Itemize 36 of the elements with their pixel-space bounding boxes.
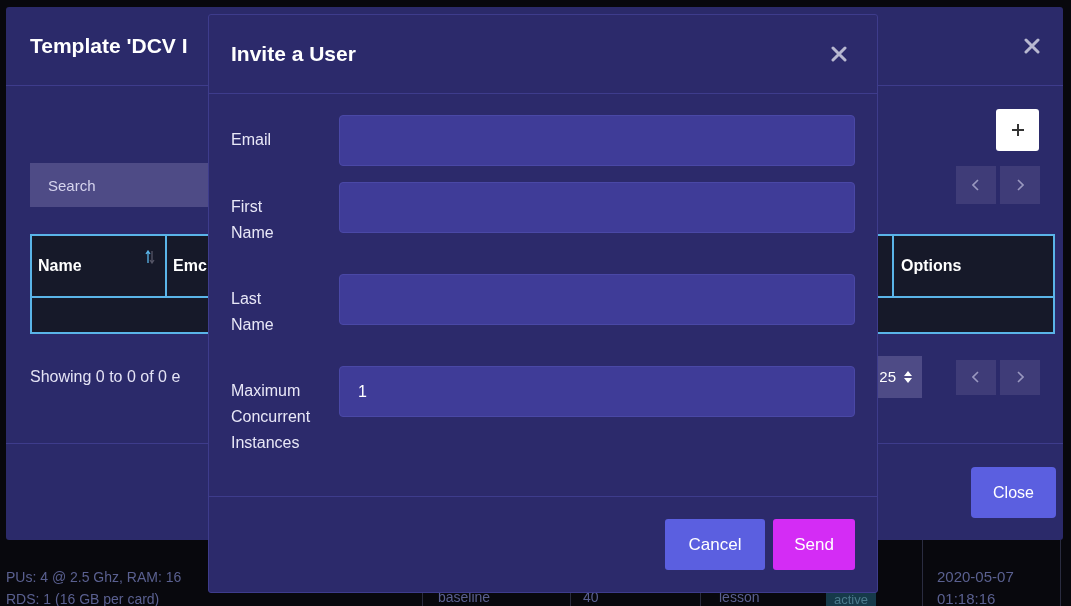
field-label: First Name <box>231 197 275 243</box>
plus-icon <box>1010 123 1025 137</box>
field-label: Email <box>231 130 272 150</box>
table-cell: baseline <box>438 589 491 605</box>
previous-page-button[interactable] <box>956 166 996 204</box>
input-field[interactable] <box>339 115 855 166</box>
table-cell: lesson <box>719 589 760 605</box>
next-page-button[interactable] <box>1000 166 1040 204</box>
chevron-left-icon <box>972 179 980 191</box>
dialog-title: Invite a User <box>231 41 356 68</box>
close-icon[interactable] <box>831 46 847 62</box>
table-cell-text: 2020-05-07 <box>937 567 1015 587</box>
input-field[interactable]: 1 <box>339 366 855 417</box>
table-header[interactable]: Name <box>32 236 167 296</box>
table-cell-text: PUs: 4 @ 2.5 Ghz, RAM: 16 <box>6 568 183 587</box>
chevron-right-icon <box>1016 371 1024 383</box>
table-header[interactable]: Options <box>894 236 1053 296</box>
send-button[interactable]: Send <box>773 519 855 570</box>
field-label: Maximum Concurrent Instances <box>231 381 312 453</box>
modal-title: Template 'DCV I <box>30 33 188 60</box>
close-button[interactable]: Close <box>971 467 1056 518</box>
table-cell-text: RDS: 1 (16 GB per card) <box>6 590 161 606</box>
chevron-left-icon <box>972 371 980 383</box>
field-label: Last Name <box>231 289 275 335</box>
sort-arrows-icon <box>904 371 912 383</box>
sort-icon <box>145 250 155 264</box>
entries-count: Showing 0 to 0 of 0 e <box>30 367 181 387</box>
next-page-button[interactable] <box>1000 359 1040 395</box>
input-field[interactable] <box>339 274 855 325</box>
table-cell-text: 01:18:16 <box>937 589 997 606</box>
previous-page-button[interactable] <box>956 359 996 395</box>
input-field[interactable] <box>339 182 855 233</box>
close-icon[interactable] <box>1024 38 1040 54</box>
cancel-button[interactable]: Cancel <box>665 519 765 570</box>
chevron-right-icon <box>1016 179 1024 191</box>
add-button[interactable] <box>996 109 1039 151</box>
